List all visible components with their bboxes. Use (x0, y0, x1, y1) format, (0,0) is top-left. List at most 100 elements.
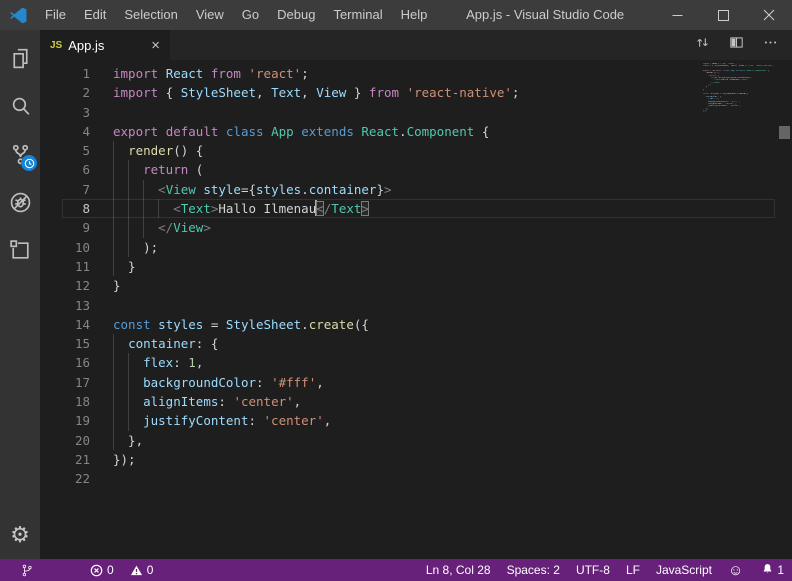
source-control-icon[interactable] (0, 130, 40, 178)
menu-edit[interactable]: Edit (75, 0, 115, 30)
code-line[interactable]: 17 backgroundColor: '#fff', (40, 373, 792, 392)
code-line[interactable]: 5 render() { (40, 141, 792, 160)
line-number[interactable]: 9 (40, 218, 90, 237)
vertical-scrollbar[interactable] (777, 60, 792, 559)
indent-guide (113, 180, 114, 199)
line-number[interactable]: 5 (40, 141, 90, 160)
menu-go[interactable]: Go (233, 0, 268, 30)
status-indentation[interactable]: Spaces: 2 (499, 563, 568, 577)
menu-terminal[interactable]: Terminal (324, 0, 391, 30)
line-number[interactable]: 17 (40, 373, 90, 392)
line-number[interactable]: 12 (40, 276, 90, 295)
line-content: flex: 1, (90, 353, 792, 372)
explorer-icon[interactable] (0, 34, 40, 82)
code-line[interactable]: 10 ); (40, 238, 792, 257)
code-line[interactable]: 21}); (40, 450, 792, 469)
tab-label: App.js (68, 38, 104, 53)
code-line[interactable]: 4export default class App extends React.… (40, 122, 792, 141)
code-line[interactable]: 16 flex: 1, (40, 353, 792, 372)
line-number[interactable]: 3 (40, 103, 90, 122)
code-line[interactable]: 20 }, (40, 431, 792, 450)
line-number[interactable]: 22 (40, 469, 90, 488)
code-line[interactable]: 8 <Text>Hallo Ilmenau</Text> (40, 199, 792, 218)
maximize-icon[interactable] (700, 0, 746, 30)
status-encoding[interactable]: UTF-8 (568, 563, 618, 577)
line-content: ); (90, 238, 792, 257)
editor-actions (694, 30, 792, 60)
open-changes-icon[interactable] (694, 34, 711, 56)
code-line[interactable]: 3 (40, 103, 792, 122)
code-line[interactable]: 15 container: { (40, 334, 792, 353)
extensions-icon[interactable] (0, 226, 40, 274)
editor[interactable]: 1import React from 'react';2import { Sty… (40, 60, 792, 559)
minimize-icon[interactable] (654, 0, 700, 30)
settings-gear-icon[interactable]: ⚙ (0, 511, 40, 559)
code-line[interactable]: 6 return ( (40, 160, 792, 179)
status-cursor-position[interactable]: Ln 8, Col 28 (418, 563, 499, 577)
git-branch-icon[interactable] (12, 563, 42, 578)
status-right: Ln 8, Col 28Spaces: 2UTF-8LFJavaScript ☺… (418, 562, 784, 579)
code-line[interactable]: 18 alignItems: 'center', (40, 392, 792, 411)
code-line[interactable]: 22 (40, 469, 792, 488)
menu-debug[interactable]: Debug (268, 0, 324, 30)
status-left: 0 0 (12, 563, 161, 578)
menu-help[interactable]: Help (392, 0, 437, 30)
line-content: } (90, 276, 792, 295)
line-number[interactable]: 4 (40, 122, 90, 141)
error-count: 0 (107, 563, 114, 577)
code-line[interactable]: 13 (40, 296, 792, 315)
line-number[interactable]: 13 (40, 296, 90, 315)
code-line[interactable]: 11 } (40, 257, 792, 276)
line-number[interactable]: 7 (40, 180, 90, 199)
line-number[interactable]: 6 (40, 160, 90, 179)
code-line[interactable]: 9 </View> (40, 218, 792, 237)
line-content: <View style={styles.container}> (90, 180, 792, 199)
code-line[interactable]: 12} (40, 276, 792, 295)
menu-file[interactable]: File (36, 0, 75, 30)
status-eol[interactable]: LF (618, 563, 648, 577)
line-number[interactable]: 11 (40, 257, 90, 276)
line-content: import { StyleSheet, Text, View } from '… (90, 83, 792, 102)
indent-guide (143, 199, 144, 218)
minimap[interactable]: import React from 'react';import { Style… (703, 63, 775, 115)
code-line[interactable]: 7 <View style={styles.container}> (40, 180, 792, 199)
indent-guide (113, 373, 114, 392)
menu-selection[interactable]: Selection (115, 0, 186, 30)
code-line[interactable]: 1import React from 'react'; (40, 64, 792, 83)
search-icon[interactable] (0, 82, 40, 130)
code-line[interactable]: 19 justifyContent: 'center', (40, 411, 792, 430)
notifications[interactable]: 1 (751, 562, 784, 579)
code-lines[interactable]: 1import React from 'react';2import { Sty… (40, 60, 792, 559)
indent-guide (113, 160, 114, 179)
menu-view[interactable]: View (187, 0, 233, 30)
line-number[interactable]: 1 (40, 64, 90, 83)
title-bar: FileEditSelectionViewGoDebugTerminalHelp… (0, 0, 792, 30)
line-number[interactable]: 19 (40, 411, 90, 430)
feedback-smiley-icon[interactable]: ☺ (720, 563, 751, 578)
line-number[interactable]: 18 (40, 392, 90, 411)
line-number[interactable]: 20 (40, 431, 90, 450)
line-number[interactable]: 2 (40, 83, 90, 102)
code-line[interactable]: 2import { StyleSheet, Text, View } from … (40, 83, 792, 102)
close-icon[interactable] (746, 0, 792, 30)
debug-icon[interactable] (0, 178, 40, 226)
code-line[interactable]: 14const styles = StyleSheet.create({ (40, 315, 792, 334)
line-content (90, 296, 792, 315)
line-number[interactable]: 10 (40, 238, 90, 257)
problems-warnings[interactable]: 0 (122, 563, 162, 577)
line-number[interactable]: 14 (40, 315, 90, 334)
tab-close-icon[interactable]: × (151, 38, 160, 53)
status-language-mode[interactable]: JavaScript (648, 563, 720, 577)
split-editor-icon[interactable] (728, 34, 745, 56)
problems-errors[interactable]: 0 (82, 563, 122, 577)
more-actions-icon[interactable] (762, 34, 779, 56)
line-number[interactable]: 8 (40, 199, 90, 218)
js-file-icon: JS (50, 40, 62, 51)
line-number[interactable]: 15 (40, 334, 90, 353)
line-number[interactable]: 16 (40, 353, 90, 372)
line-content: export default class App extends React.C… (90, 122, 792, 141)
line-number[interactable]: 21 (40, 450, 90, 469)
indent-guide (128, 353, 129, 372)
scrollbar-thumb[interactable] (779, 126, 790, 139)
tab-appjs[interactable]: JS App.js × (40, 30, 170, 60)
